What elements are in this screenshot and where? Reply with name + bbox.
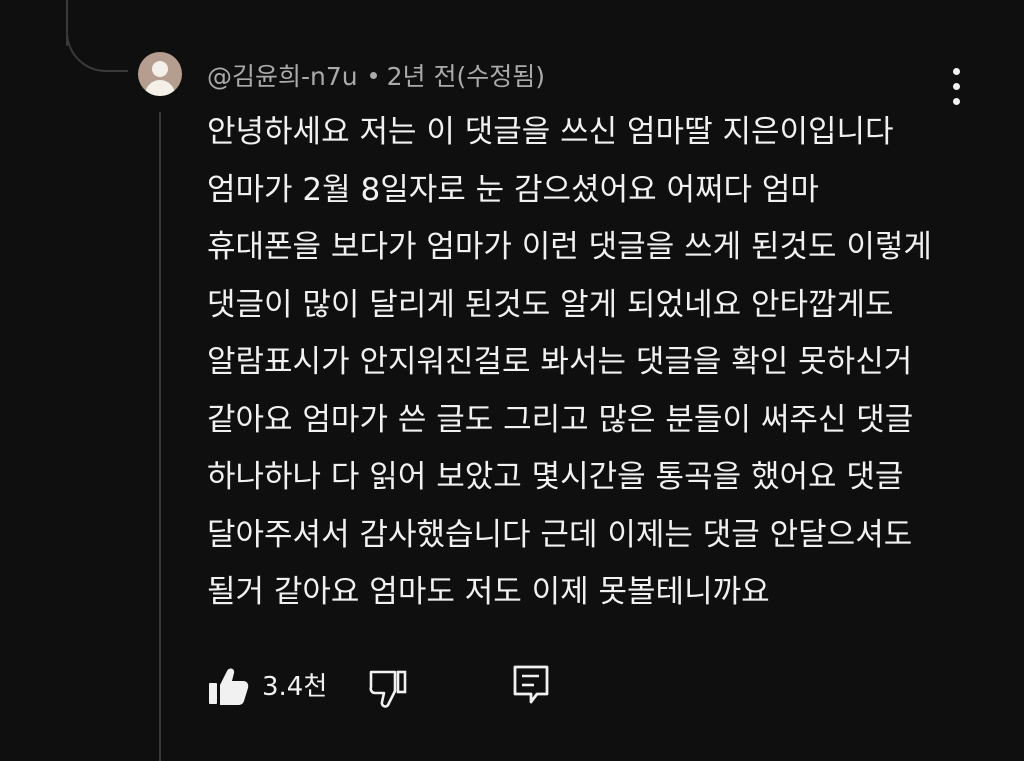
comment-line: 같아요 엄마가 쓴 글도 그리고 많은 분들이 써주신 댓글 [207,401,914,438]
comment-line: 될거 같아요 엄마도 저도 이제 못볼테니까요 [207,574,770,610]
more-vert-icon-dot [953,83,960,90]
reply-icon[interactable] [512,663,550,707]
comment-line: 댓글이 많이 달리게 된것도 알게 되었네요 안타깝게도 [207,286,894,323]
comment-text: 안녕하세요 저는 이 댓글을 쓰신 엄마딸 지은이입니다 엄마가 2월 8일자로… [207,104,987,622]
avatar-body-shape [145,80,175,96]
thumbs-up-icon[interactable] [206,666,250,708]
comment-line: 알람표시가 안지워진걸로 봐서는 댓글을 확인 못하신거 [207,344,913,380]
avatar[interactable] [138,52,182,96]
thread-connector [66,4,128,72]
more-vert-icon [953,68,960,75]
thumbs-down-icon[interactable] [368,668,410,708]
avatar-head-shape [152,61,168,77]
comment-timestamp[interactable]: 2년 전(수정됨) [387,57,545,93]
author-name[interactable]: @김윤희-n7u [207,57,358,93]
like-count: 3.4천 [262,672,328,702]
comment-line: 안녕하세요 저는 이 댓글을 쓰신 엄마딸 지은이입니다 [207,114,894,150]
separator-dot [369,71,377,79]
comment-line: 엄마가 2월 8일자로 눈 감으셨어요 어쩌다 엄마 [207,171,819,208]
reply-thread-line [159,112,161,761]
comment-header: @김윤희-n7u 2년 전(수정됨) [207,58,545,92]
comment-line: 달아주셔서 감사했습니다 근데 이제는 댓글 안달으셔도 [207,516,913,553]
more-options-button[interactable] [944,68,968,106]
comment-line: 하나하나 다 읽어 보았고 몇시간을 통곡을 했어요 댓글 [207,459,904,495]
comment-line: 휴대폰을 보다가 엄마가 이런 댓글을 쓰게 된것도 이렇게 [207,229,932,265]
